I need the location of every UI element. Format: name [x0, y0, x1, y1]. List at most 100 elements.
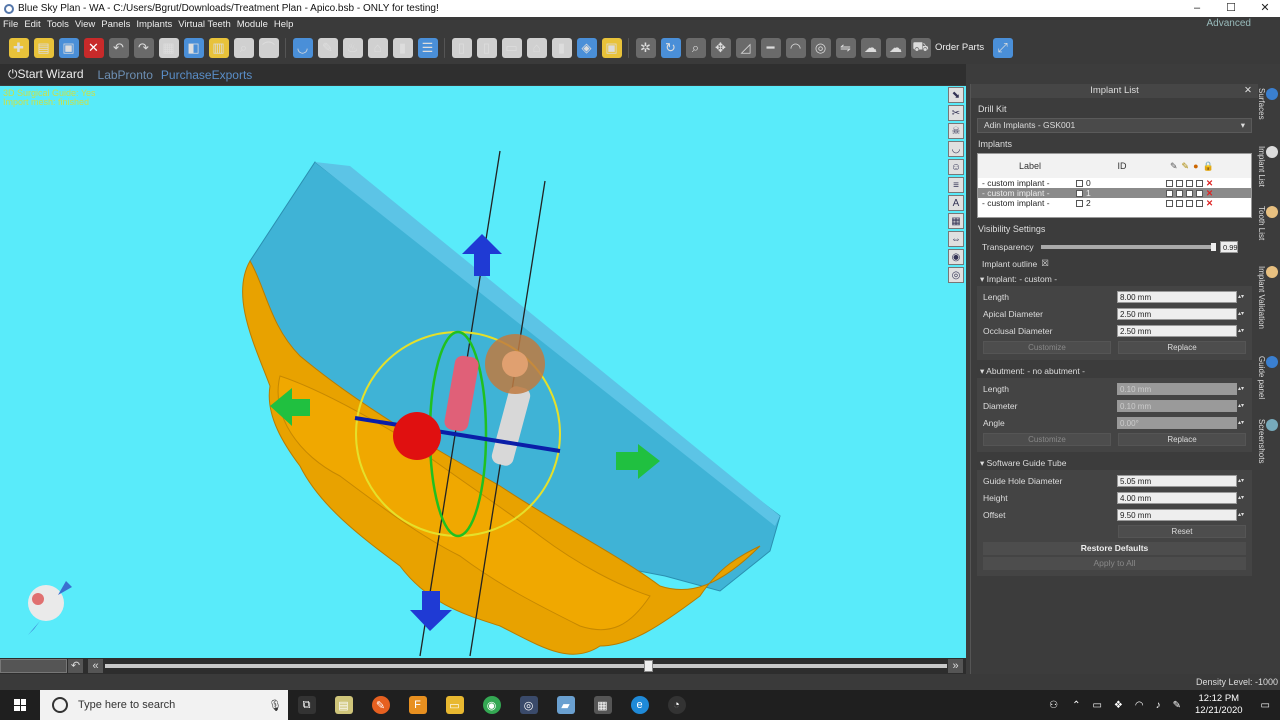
replace-implant-button[interactable]: Replace: [1118, 341, 1246, 354]
face-icon[interactable]: ☺: [948, 159, 964, 175]
curve-icon[interactable]: ⌒: [258, 37, 279, 58]
row-checkbox[interactable]: [1166, 179, 1173, 187]
transparency-value[interactable]: 0.99: [1220, 240, 1238, 253]
reset-button[interactable]: Reset: [1118, 525, 1246, 538]
drill-kit-select[interactable]: Adin Implants - GSK001 ▾: [977, 118, 1252, 133]
undo-slice-icon[interactable]: ↶: [68, 659, 83, 673]
delete-icon[interactable]: ✕: [1206, 198, 1213, 209]
grid-icon[interactable]: ▦: [158, 37, 179, 58]
notifications-icon[interactable]: ▭: [1261, 700, 1270, 711]
fullscreen-icon[interactable]: ⤢: [992, 37, 1013, 58]
spin-icon[interactable]: ▴▾: [1237, 512, 1245, 518]
row-checkbox[interactable]: [1176, 179, 1183, 187]
length-field[interactable]: 8.00 mm: [1117, 290, 1237, 303]
align-icon[interactable]: ⇋: [835, 37, 856, 58]
tab-screenshots[interactable]: Screenshots: [1257, 419, 1278, 463]
spin-icon[interactable]: ▴▾: [1237, 311, 1245, 317]
blue-sky-plan-icon[interactable]: ◎: [519, 696, 538, 714]
slider-thumb[interactable]: [1211, 242, 1216, 251]
taskbar-search[interactable]: Type here to search 🎙: [40, 690, 288, 720]
customize-implant-button[interactable]: Customize: [983, 341, 1111, 354]
implant-outline-checkbox[interactable]: ☒: [1041, 258, 1049, 269]
light-icon[interactable]: ✲: [635, 37, 656, 58]
spin-icon[interactable]: ▴▾: [1237, 294, 1245, 300]
apply-to-all-button[interactable]: Apply to All: [983, 557, 1246, 570]
bridge-icon[interactable]: ▭: [501, 37, 522, 58]
tooth-icon[interactable]: ⌂: [367, 37, 388, 58]
sleeve-icon[interactable]: ▯: [476, 37, 497, 58]
tab-implant-validation[interactable]: Implant Validation: [1257, 266, 1278, 329]
resize-icon[interactable]: ⇔: [948, 231, 964, 247]
notes-app-icon[interactable]: ▤: [334, 696, 353, 714]
purchase-exports-link[interactable]: PurchaseExports: [161, 68, 252, 82]
zoom-icon[interactable]: ⌕: [685, 37, 706, 58]
spin-icon[interactable]: ▴▾: [1237, 495, 1245, 501]
list-icon[interactable]: ☰: [417, 37, 438, 58]
dental-3d-model[interactable]: [0, 86, 966, 658]
spin-icon[interactable]: ▴▾: [1237, 403, 1245, 409]
abutment-icon[interactable]: ▮: [551, 37, 572, 58]
tab-implant-list[interactable]: Implant List: [1257, 146, 1278, 187]
media-app-icon[interactable]: ✎: [371, 696, 390, 714]
cloud-icon[interactable]: ☁: [860, 37, 881, 58]
ruler-icon[interactable]: ━: [760, 37, 781, 58]
row-checkbox[interactable]: [1166, 199, 1173, 207]
row-checkbox[interactable]: [1076, 199, 1083, 207]
row-checkbox[interactable]: [1176, 189, 1183, 197]
redo-icon[interactable]: ↷: [133, 37, 154, 58]
close-button[interactable]: ✕: [1248, 0, 1280, 17]
measure-icon[interactable]: ◿: [735, 37, 756, 58]
3d-viewport[interactable]: 3D Surgical Guide: Yes Import mesh: fini…: [0, 86, 966, 658]
scroll-right-icon[interactable]: »: [948, 659, 963, 673]
grid-view-icon[interactable]: ▦: [948, 213, 964, 229]
restore-defaults-button[interactable]: Restore Defaults: [983, 542, 1246, 555]
labpronto-link[interactable]: LabPronto: [98, 68, 153, 82]
spin-icon[interactable]: ▴▾: [1237, 478, 1245, 484]
spin-icon[interactable]: ▴▾: [1237, 386, 1245, 392]
row-checkbox[interactable]: [1186, 199, 1193, 207]
table-row[interactable]: - custom implant - 1 ✕: [978, 188, 1251, 198]
rotate-icon[interactable]: ↻: [660, 37, 681, 58]
transparency-slider[interactable]: [1041, 242, 1216, 251]
abutment-angle-field[interactable]: 0.00°: [1117, 416, 1237, 429]
row-checkbox[interactable]: [1166, 189, 1173, 197]
close-file-icon[interactable]: ✕: [83, 37, 104, 58]
guide-hole-field[interactable]: 5.05 mm: [1117, 474, 1237, 487]
panel-close-icon[interactable]: ✕: [1244, 84, 1252, 98]
app-icon-generic[interactable]: ▰: [556, 696, 575, 714]
camera-icon[interactable]: ◉: [948, 249, 964, 265]
people-icon[interactable]: ⚇: [1049, 700, 1058, 711]
table-row[interactable]: - custom implant - 0 ✕: [978, 178, 1251, 189]
windows-start-icon[interactable]: [14, 699, 26, 711]
scan-icon[interactable]: ◧: [183, 37, 204, 58]
panorama-icon[interactable]: ▥: [208, 37, 229, 58]
pen-icon[interactable]: ✎: [317, 37, 338, 58]
layers-icon[interactable]: ≡: [948, 177, 964, 193]
slice-track[interactable]: [105, 664, 947, 668]
wifi-icon[interactable]: ◠: [1135, 700, 1144, 711]
pan-icon[interactable]: ✥: [710, 37, 731, 58]
implant-icon[interactable]: ▮: [392, 37, 413, 58]
cart-icon[interactable]: ⛟: [910, 37, 931, 58]
customize-abutment-button[interactable]: Customize: [983, 433, 1111, 446]
order-parts-button[interactable]: Order Parts: [935, 42, 984, 53]
advanced-mode-button[interactable]: Advanced: [1207, 18, 1251, 29]
maximize-button[interactable]: ☐: [1214, 0, 1248, 17]
cut-icon[interactable]: ✂: [948, 105, 964, 121]
occlusal-diameter-field[interactable]: 2.50 mm: [1117, 324, 1237, 337]
battery-icon[interactable]: ▭: [1092, 700, 1101, 711]
minimize-button[interactable]: –: [1180, 0, 1214, 17]
row-checkbox[interactable]: [1196, 199, 1203, 207]
microphone-icon[interactable]: 🎙: [268, 699, 282, 712]
row-checkbox[interactable]: [1186, 179, 1193, 187]
tab-surfaces[interactable]: Surfaces: [1257, 88, 1278, 120]
menu-tools[interactable]: Tools: [47, 19, 69, 30]
clock-app-icon[interactable]: ◔: [667, 696, 686, 714]
show-hidden-icons[interactable]: ⌃: [1072, 700, 1080, 711]
task-view-icon[interactable]: ⧉: [297, 696, 316, 714]
row-checkbox[interactable]: [1076, 189, 1083, 197]
start-wizard-button[interactable]: ⏻Start Wizard: [8, 67, 84, 82]
angle-icon[interactable]: ◠: [785, 37, 806, 58]
height-field[interactable]: 4.00 mm: [1117, 491, 1237, 504]
tab-tooth-list[interactable]: Tooth List: [1257, 206, 1278, 240]
